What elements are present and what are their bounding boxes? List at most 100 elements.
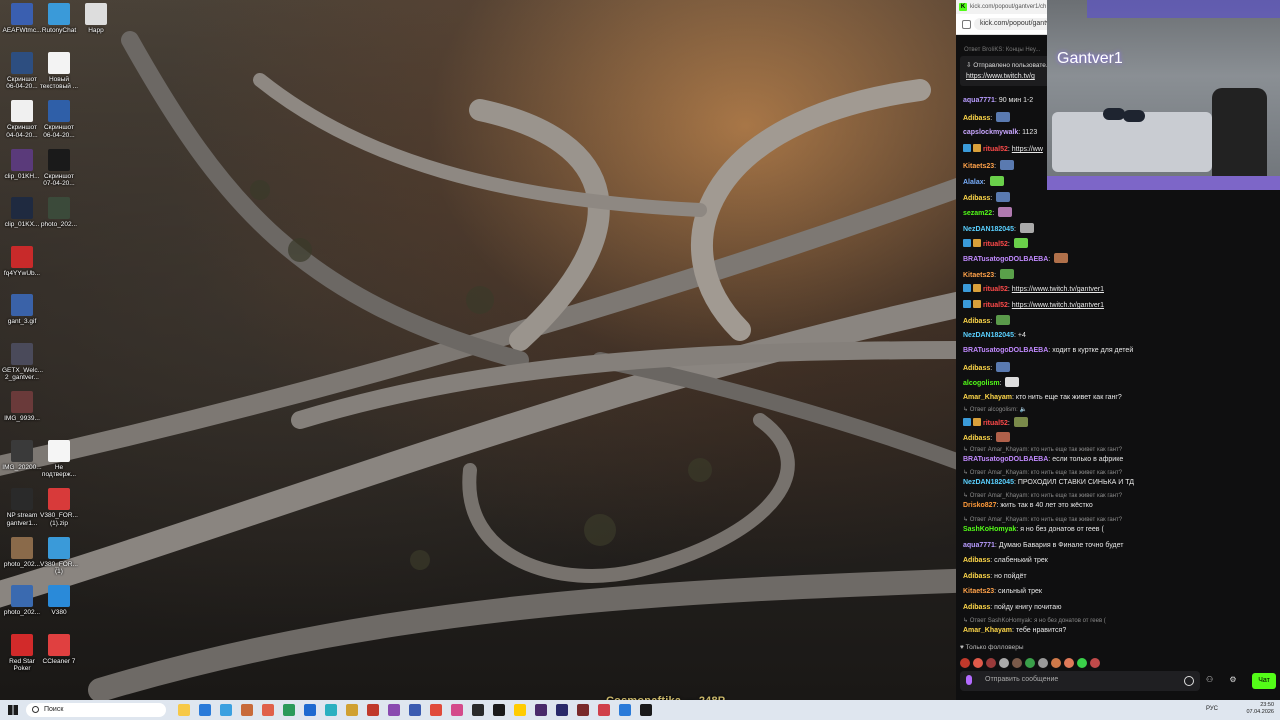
taskbar-app-icon[interactable] [346,704,358,716]
taskbar-app-icon[interactable] [199,704,211,716]
chat-username[interactable]: Adibass [963,573,990,580]
taskbar-app-icon[interactable] [304,704,316,716]
chat-username[interactable]: Adibass [963,604,990,611]
desktop-icon[interactable]: NP stream gantver1... [2,488,42,527]
emote-icon[interactable] [999,658,1009,668]
desktop-icon[interactable]: photo_202... [2,536,42,569]
chat-message[interactable]: NezDAN182045: +4 [963,331,1026,340]
desktop-icon[interactable]: Скриншот 06-04-20... [39,100,79,139]
mic-icon[interactable] [966,675,972,685]
emote-icon[interactable] [1051,658,1061,668]
chat-message[interactable]: aqua7771: Думаю Бавария в Финале точно б… [963,541,1123,550]
chat-message[interactable]: Adibass: [963,362,1011,373]
chat-username[interactable]: BRATusatogoDOLBAEBA [963,456,1048,463]
taskbar-app-icon[interactable] [262,704,274,716]
emote-icon[interactable] [1077,658,1087,668]
send-chat-button[interactable]: Чат [1252,673,1276,689]
emote-icon[interactable] [1012,658,1022,668]
chat-message[interactable]: Alalax: [963,176,1004,187]
settings-icon[interactable]: ⚙ [1229,675,1236,684]
desktop-icon[interactable]: Happ [76,3,116,35]
chat-message[interactable]: BRATusatogoDOLBAEBA: [963,253,1069,264]
pinned-message[interactable]: ⇩ Отправлено пользовате... https://www.t… [960,56,1052,86]
chat-username[interactable]: NezDAN182045 [963,479,1014,486]
chat-username[interactable]: sezam22 [963,210,992,217]
emote-icon[interactable] [1064,658,1074,668]
desktop-icon[interactable]: Новый текстовый ... [39,51,79,91]
chat-username[interactable]: Kitaets23 [963,588,994,595]
chat-message[interactable]: alcogolism: [963,377,1020,388]
taskbar-app-icon[interactable] [514,704,526,716]
chat-input[interactable]: Отправить сообщение [960,671,1200,691]
emote-icon[interactable] [960,658,970,668]
taskbar-app-icon[interactable] [619,704,631,716]
desktop-icon[interactable]: AEAFWtmc... [2,3,42,35]
chat-username[interactable]: aqua7771 [963,97,995,104]
taskbar-app-icon[interactable] [325,704,337,716]
chat-message[interactable]: ritual52: https://www.twitch.tv/gantver1 [963,284,1104,294]
desktop-icon[interactable]: gant_3.gif [2,294,42,326]
chat-username[interactable]: alcogolism [963,380,1000,387]
desktop-icon[interactable]: Red Star Poker [2,633,42,673]
taskbar-app-icon[interactable] [409,704,421,716]
chat-message[interactable]: SashKoHomyak: я но без донатов от геев ( [963,525,1104,534]
chat-username[interactable]: Alalax [963,179,984,186]
chat-message[interactable]: ritual52: [963,417,1028,428]
chat-message[interactable]: BRATusatogoDOLBAEBA: ходит в куртке для … [963,346,1133,355]
taskbar-app-icon[interactable] [556,704,568,716]
desktop-icon[interactable]: photo_202... [39,197,79,229]
chat-username[interactable]: Drisko827 [963,502,996,509]
taskbar-app-icon[interactable] [451,704,463,716]
chat-message[interactable]: NezDAN182045: ПРОХОДИЛ СТАВКИ СИНЬКА И Т… [963,478,1134,487]
taskbar-app-icon[interactable] [220,704,232,716]
chat-username[interactable]: ritual52 [983,302,1008,309]
start-button[interactable] [8,705,18,715]
chat-username[interactable]: Adibass [963,115,990,122]
taskbar-app-icon[interactable] [598,704,610,716]
chat-message[interactable]: Adibass: [963,315,1011,326]
emote-icon[interactable] [1090,658,1100,668]
chat-message[interactable]: ritual52: [963,238,1028,249]
chat-message[interactable]: Adibass: пойду книгу почитаю [963,603,1061,612]
chat-username[interactable]: Amar_Khayam [963,627,1012,634]
chat-username[interactable]: BRATusatogoDOLBAEBA [963,347,1048,354]
chat-username[interactable]: Kitaets23 [963,163,994,170]
chat-link[interactable]: https://www.twitch.tv/gantver1 [1012,286,1104,293]
desktop-icon[interactable]: photo_202... [2,585,42,617]
chat-message[interactable]: ritual52: https://www.twitch.tv/gantver1 [963,300,1104,310]
chat-username[interactable]: ritual52 [983,420,1008,427]
emote-bar[interactable] [960,655,1103,668]
taskbar-app-icon[interactable] [388,704,400,716]
chat-username[interactable]: NezDAN182045 [963,332,1014,339]
chat-username[interactable]: ritual52 [983,286,1008,293]
chat-message[interactable]: Kitaets23: [963,269,1015,280]
chat-message[interactable]: Adibass: [963,192,1011,203]
desktop-icon[interactable]: Скриншот 06-04-20... [2,51,42,91]
chat-username[interactable]: Adibass [963,435,990,442]
taskbar-app-icon[interactable] [472,704,484,716]
chat-message[interactable]: aqua7771: 90 мин 1-2 [963,96,1033,105]
desktop-icon[interactable]: V380 [39,585,79,617]
desktop-icon[interactable]: clip_01KH... [2,148,42,181]
chat-username[interactable]: Adibass [963,557,990,564]
pinned-link[interactable]: https://www.twitch.tv/g [966,73,1035,80]
taskbar-app-icon[interactable] [493,704,505,716]
emote-icon[interactable] [973,658,983,668]
chat-username[interactable]: Adibass [963,318,990,325]
chat-message[interactable]: NezDAN182045: [963,223,1034,234]
desktop-icon[interactable]: CCleaner 7 [39,633,79,666]
chat-username[interactable]: capslockmywalk [963,129,1018,136]
chat-message[interactable]: Adibass: слабенький трек [963,556,1048,565]
emoji-icon[interactable] [1184,676,1194,686]
chat-username[interactable]: ritual52 [983,241,1008,248]
chat-message[interactable]: Amar_Khayam: кто нить еще так живет как … [963,393,1122,402]
chat-username[interactable]: SashKoHomyak [963,526,1016,533]
taskbar-app-icon[interactable] [430,704,442,716]
chat-username[interactable]: Amar_Khayam [963,394,1012,401]
desktop-icon[interactable]: fq4YYwUb... [2,245,42,278]
chat-message[interactable]: BRATusatogoDOLBAEBA: если только в африк… [963,455,1123,464]
taskbar-app-icon[interactable] [367,704,379,716]
clock[interactable]: 23:50 07.04.2026 [1246,702,1274,716]
desktop-icon[interactable]: GETX_Welc... 2_gantver... [2,342,43,382]
desktop-icon[interactable]: clip_01KX... [2,197,42,229]
